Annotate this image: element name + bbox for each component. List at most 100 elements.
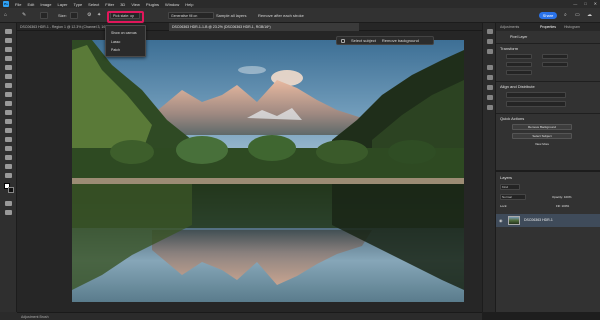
document-image[interactable] (72, 40, 464, 302)
opacity-field[interactable]: Opacity: 100% (552, 195, 572, 199)
menu-type[interactable]: Type (74, 2, 83, 7)
height-field[interactable] (542, 54, 568, 59)
crop-tool-icon[interactable] (5, 65, 12, 70)
actions-panel-icon[interactable] (487, 75, 493, 80)
menu-edit[interactable]: Edit (27, 2, 34, 7)
search-icon[interactable]: ⌕ (564, 12, 567, 18)
healing-brush-tool-icon[interactable] (5, 92, 12, 97)
layers-panel: Layers Kind Normal Opacity: 100% Lock: F… (496, 170, 600, 312)
tab-properties[interactable]: Properties (540, 25, 556, 29)
gradient-tool-icon[interactable] (5, 137, 12, 142)
minimize-icon[interactable]: — (573, 1, 577, 6)
layer-filter-kind[interactable]: Kind (500, 184, 520, 190)
visibility-eye-icon[interactable]: ◉ (499, 218, 503, 223)
hand-tool-icon[interactable] (5, 173, 12, 178)
angle-field[interactable] (506, 70, 532, 75)
brush-tool-icon[interactable]: ✎ (22, 12, 26, 18)
history-panel-icon[interactable] (487, 65, 493, 70)
select-subject-button[interactable]: Select subject (351, 38, 376, 43)
type-tool-icon[interactable] (5, 164, 12, 169)
remove-background-button[interactable]: Remove background (382, 38, 419, 43)
drag-handle-icon[interactable] (341, 38, 345, 43)
mode-dropdown-menu: Show on canvas Lasso Patch (105, 25, 146, 57)
layer-row[interactable]: ◉ DSC06363 HDR-1 (496, 214, 600, 227)
pen-tool-icon[interactable] (5, 155, 12, 160)
y-field[interactable] (542, 62, 568, 67)
fill-field[interactable]: Fill: 100% (556, 204, 569, 208)
panel-icon-strip (482, 23, 496, 312)
menu-image[interactable]: Image (40, 2, 51, 7)
styles-panel-icon[interactable] (487, 85, 493, 90)
airbrush-icon[interactable]: ✦ (97, 12, 101, 18)
menu-layer[interactable]: Layer (57, 2, 67, 7)
menu-view[interactable]: View (131, 2, 140, 7)
photoshop-logo-icon: Ps (3, 1, 9, 7)
landscape-photo (72, 40, 464, 302)
lock-label: Lock: (500, 204, 508, 208)
select-subject-quick-button[interactable]: Select Subject (512, 133, 572, 139)
taskbar-start[interactable] (0, 312, 17, 320)
eraser-tool-icon[interactable] (5, 128, 12, 133)
lasso-tool-icon[interactable] (5, 47, 12, 52)
x-field[interactable] (506, 62, 532, 67)
menu-file[interactable]: File (15, 2, 21, 7)
remove-after-stroke-checkbox[interactable]: Remove after each stroke (258, 13, 304, 18)
libraries-panel-icon[interactable] (487, 49, 493, 54)
brushes-panel-icon[interactable] (487, 95, 493, 100)
align-buttons[interactable] (506, 92, 566, 98)
clone-stamp-tool-icon[interactable] (5, 110, 12, 115)
marquee-tool-icon[interactable] (5, 38, 12, 43)
distribute-buttons[interactable] (506, 101, 566, 107)
pixel-layer-label: Pixel Layer (510, 35, 528, 39)
menu-window[interactable]: Window (165, 2, 179, 7)
view-more-link[interactable]: View More (512, 142, 572, 148)
share-button[interactable]: Share (539, 12, 557, 19)
move-tool-icon[interactable] (5, 29, 12, 34)
character-panel-icon[interactable] (487, 105, 493, 110)
background-color-swatch[interactable] (8, 187, 14, 193)
workspace-icon[interactable]: ▭ (575, 12, 580, 18)
dropdown-item-patch[interactable]: Patch (111, 48, 120, 52)
menu-help[interactable]: Help (185, 2, 193, 7)
highlight-box (107, 11, 144, 23)
eyedropper-tool-icon[interactable] (5, 83, 12, 88)
maximize-icon[interactable]: □ (584, 1, 586, 6)
doc-tab-2[interactable]: DSC06363 HDR-1-1-B @ 23.2% (DSC06363 HDR… (169, 23, 359, 31)
screen-mode-icon[interactable] (5, 210, 12, 215)
brush-preset-picker[interactable] (40, 12, 48, 19)
tab-histogram[interactable]: Histogram (564, 25, 580, 29)
cloud-icon[interactable]: ☁ (587, 12, 592, 18)
document-tabs: DSC06363 HDR-1 - Region 1 @ 12.3% (Chann… (17, 23, 482, 31)
layer-thumbnail (508, 216, 520, 225)
dropdown-item-show-on-canvas[interactable]: Show on canvas (111, 31, 137, 35)
transform-section-title: Transform (500, 46, 519, 51)
dodge-tool-icon[interactable] (5, 146, 12, 151)
size-field[interactable] (70, 12, 78, 19)
dropdown-item-lasso[interactable]: Lasso (111, 40, 120, 44)
generative-select[interactable]: Generative fill on (168, 12, 214, 19)
object-select-tool-icon[interactable] (5, 56, 12, 61)
home-icon[interactable]: ⌂ (4, 12, 7, 18)
remove-background-quick-button[interactable]: Remove Background (512, 124, 572, 130)
tab-adjustments[interactable]: Adjustments (500, 25, 519, 29)
menu-filter[interactable]: Filter (105, 2, 114, 7)
sample-all-layers-checkbox[interactable]: Sample all layers (216, 13, 246, 18)
panel-tabs: Adjustments Properties Histogram (496, 23, 600, 31)
layer-name[interactable]: DSC06363 HDR-1 (524, 218, 553, 222)
brush-tool-icon[interactable] (5, 101, 12, 106)
contextual-task-bar: Select subject Remove background (336, 36, 434, 45)
history-brush-tool-icon[interactable] (5, 119, 12, 124)
menu-select[interactable]: Select (88, 2, 99, 7)
quick-mask-icon[interactable] (5, 201, 12, 206)
width-field[interactable] (506, 54, 532, 59)
color-panel-icon[interactable] (487, 29, 493, 34)
swatches-panel-icon[interactable] (487, 39, 493, 44)
menu-plugins[interactable]: Plugins (146, 2, 159, 7)
settings-icon[interactable]: ⚙ (87, 12, 91, 18)
close-icon[interactable]: ✕ (594, 1, 597, 6)
status-text: Adjustment Brush (21, 315, 49, 319)
frame-tool-icon[interactable] (5, 74, 12, 79)
menu-3d[interactable]: 3D (120, 2, 125, 7)
layers-panel-title: Layers (500, 175, 513, 180)
blend-mode-select[interactable]: Normal (500, 194, 526, 200)
